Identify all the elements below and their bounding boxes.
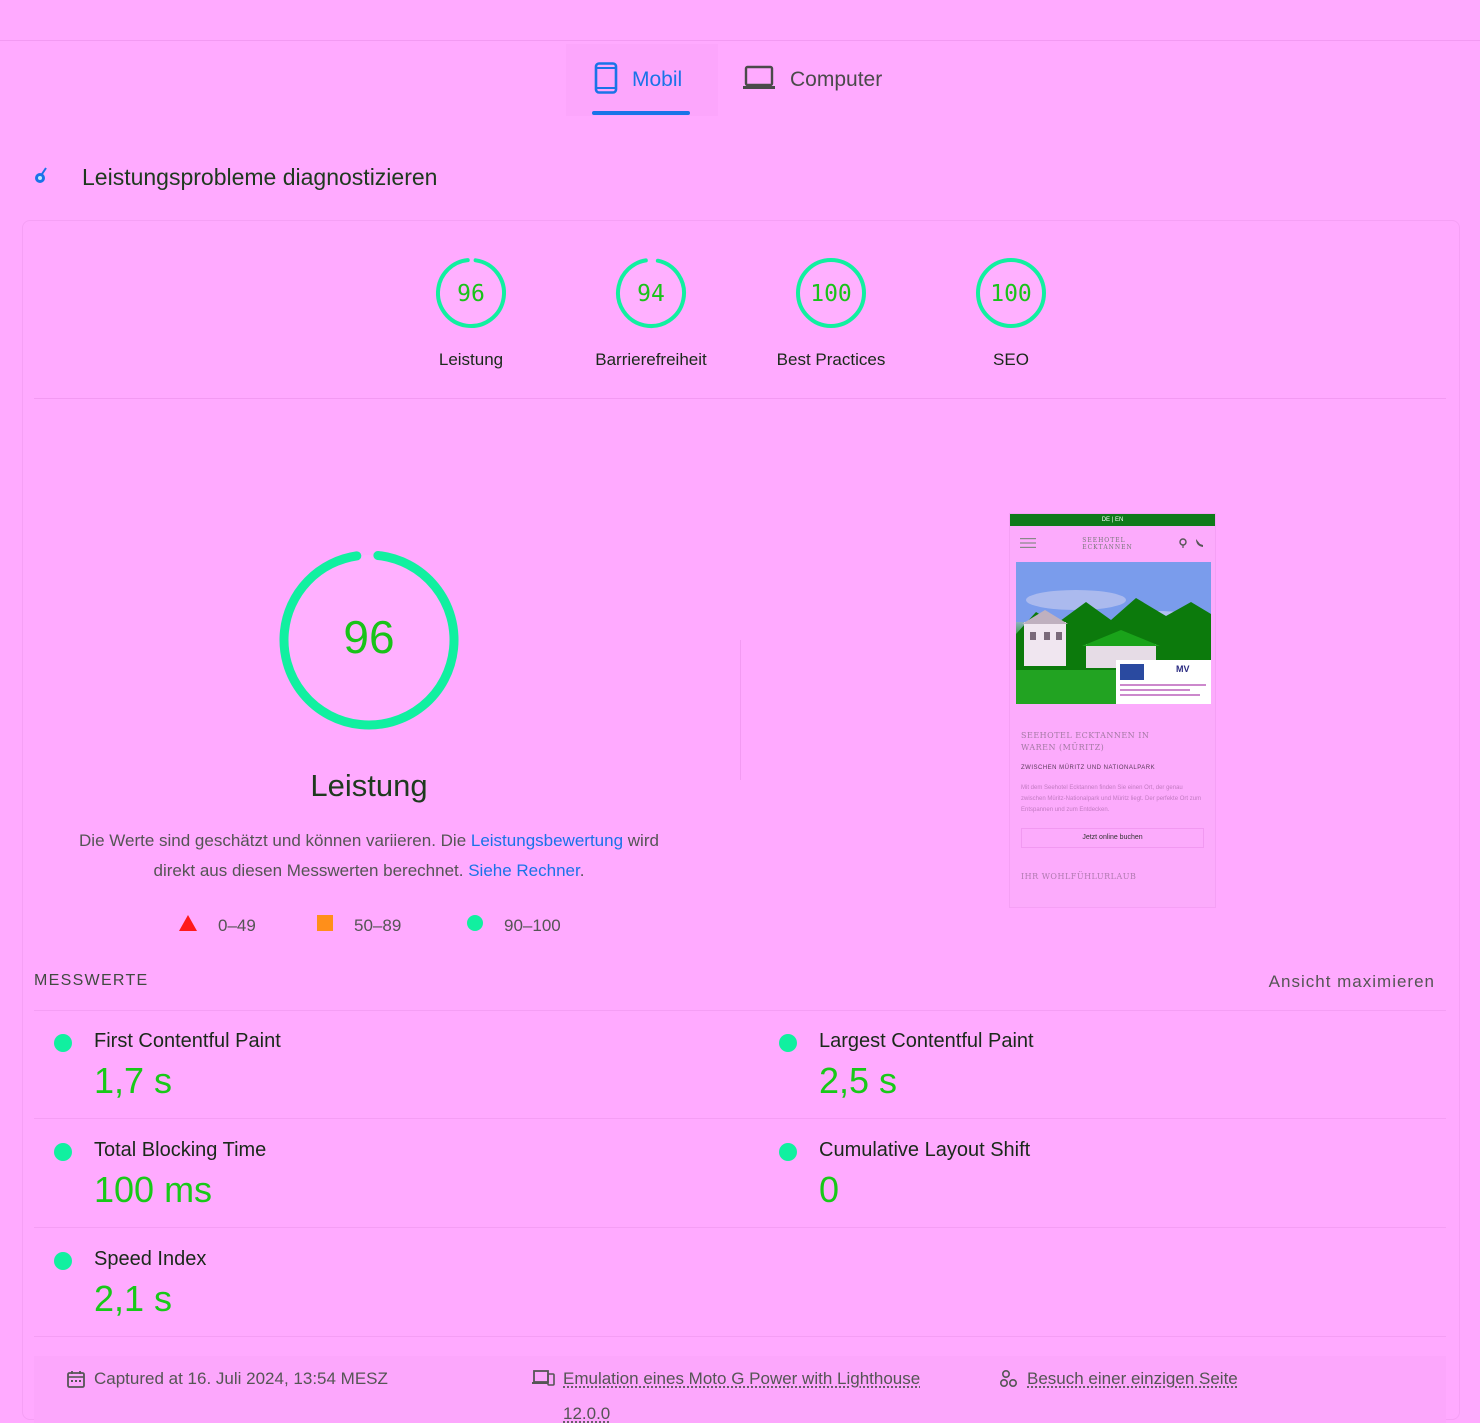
expand-view-toggle[interactable]: Ansicht maximieren — [1269, 972, 1435, 992]
triangle-icon — [178, 914, 198, 937]
metric-name: Speed Index — [94, 1248, 207, 1270]
metric-value: 2,1 s — [94, 1278, 173, 1319]
session-icon — [999, 1369, 1019, 1395]
tab-mobile[interactable]: Mobil — [566, 44, 718, 116]
score-gauge-performance[interactable]: 96 Leistung — [396, 256, 546, 370]
square-icon — [316, 914, 334, 937]
emulation-info[interactable]: Emulation eines Moto G Power with Lighth… — [531, 1368, 920, 1423]
metric-name: Cumulative Layout Shift — [819, 1139, 1031, 1161]
performance-score-link[interactable]: Leistungsbewertung — [471, 831, 623, 850]
gauges-divider — [34, 398, 1446, 399]
menu-icon — [1020, 535, 1036, 553]
book-online-button: Jetzt online buchen — [1021, 828, 1204, 848]
legend-good: 90–100 — [466, 914, 561, 937]
site-footer-heading: IHR WOHLFÜHLURLAUB — [1021, 872, 1137, 881]
smartphone-icon — [594, 61, 618, 99]
svg-text:100: 100 — [810, 281, 852, 307]
section-heading: Leistungsprobleme diagnostizieren — [30, 160, 437, 195]
diagnose-icon — [30, 160, 60, 195]
metrics-divider — [34, 1118, 1446, 1119]
metric-value: 100 ms — [94, 1169, 213, 1210]
metrics-divider — [34, 1227, 1446, 1228]
legend-average: 50–89 — [316, 914, 401, 937]
metric-value: 0 — [819, 1169, 840, 1210]
captured-at: Captured at 16. Juli 2024, 13:54 MESZ — [66, 1368, 388, 1395]
metric-name: Largest Contentful Paint — [819, 1030, 1034, 1052]
devices-icon — [531, 1369, 555, 1393]
metrics-divider — [34, 1010, 1446, 1011]
performance-description: Die Werte sind geschätzt und können vari… — [79, 831, 659, 880]
score-label: SEO — [993, 350, 1029, 369]
report-panel — [22, 220, 1460, 1420]
metric-value: 2,5 s — [819, 1060, 898, 1101]
good-status-dot — [779, 1034, 797, 1052]
calendar-icon — [66, 1369, 86, 1395]
metric-name: First Contentful Paint — [94, 1030, 281, 1052]
language-bar: DE | EN — [1010, 514, 1215, 526]
tab-desktop-label: Computer — [790, 68, 883, 91]
svg-text:MV: MV — [1176, 664, 1190, 674]
metrics-heading: MESSWERTE — [34, 972, 149, 989]
svg-text:96: 96 — [457, 281, 485, 307]
svg-text:94: 94 — [637, 281, 665, 307]
tab-desktop[interactable]: Computer — [736, 44, 916, 116]
vertical-divider — [740, 640, 741, 780]
site-paragraph: Mit dem Seehotel Ecktannen finden Sie ei… — [1021, 785, 1202, 813]
runtime-settings: Captured at 16. Juli 2024, 13:54 MESZ Em… — [34, 1356, 1446, 1423]
score-gauge-accessibility[interactable]: 94 Barrierefreiheit — [576, 256, 726, 370]
circle-icon — [466, 914, 484, 937]
score-label: Barrierefreiheit — [595, 350, 707, 369]
site-subheading: ZWISCHEN MÜRITZ UND NATIONALPARK — [1021, 765, 1156, 771]
score-label: Best Practices — [776, 350, 886, 369]
good-status-dot — [779, 1143, 797, 1161]
score-gauge-best-practices[interactable]: 100 Best Practices — [756, 256, 906, 370]
active-tab-indicator — [592, 111, 690, 115]
session-info[interactable]: Besuch einer einzigen Seite — [999, 1368, 1238, 1395]
metric-value: 1,7 s — [94, 1060, 173, 1101]
site-header: SEEHOTEL ECKTANNEN — [1010, 526, 1215, 562]
section-title: Leistungsprobleme diagnostizieren — [82, 164, 438, 190]
good-status-dot — [54, 1034, 72, 1052]
legend-poor: 0–49 — [178, 914, 256, 937]
device-tabs: Mobil Computer — [566, 44, 916, 116]
page-screenshot: DE | EN SEEHOTEL ECKTANNEN MV SEEHOTEL E… — [1009, 513, 1216, 908]
top-divider — [0, 40, 1480, 41]
location-phone-icons — [1179, 535, 1205, 553]
site-heading: SEEHOTEL ECKTANNEN IN WAREN (MÜRITZ) — [1021, 731, 1150, 752]
laptop-icon — [742, 65, 776, 96]
performance-score-gauge: 96 — [276, 547, 462, 733]
score-gauge-seo[interactable]: 100 SEO — [936, 256, 1086, 370]
calculator-link[interactable]: Siehe Rechner — [468, 861, 580, 880]
hotel-photo: MV — [1016, 562, 1211, 704]
good-status-dot — [54, 1252, 72, 1270]
site-logo: SEEHOTEL ECKTANNEN — [1082, 537, 1133, 551]
tab-mobile-label: Mobil — [632, 68, 683, 91]
svg-text:96: 96 — [343, 611, 394, 663]
metrics-divider — [34, 1336, 1446, 1337]
score-label: Leistung — [438, 350, 504, 369]
performance-title: Leistung — [310, 768, 428, 803]
good-status-dot — [54, 1143, 72, 1161]
svg-text:100: 100 — [990, 281, 1032, 307]
metric-name: Total Blocking Time — [94, 1139, 267, 1161]
